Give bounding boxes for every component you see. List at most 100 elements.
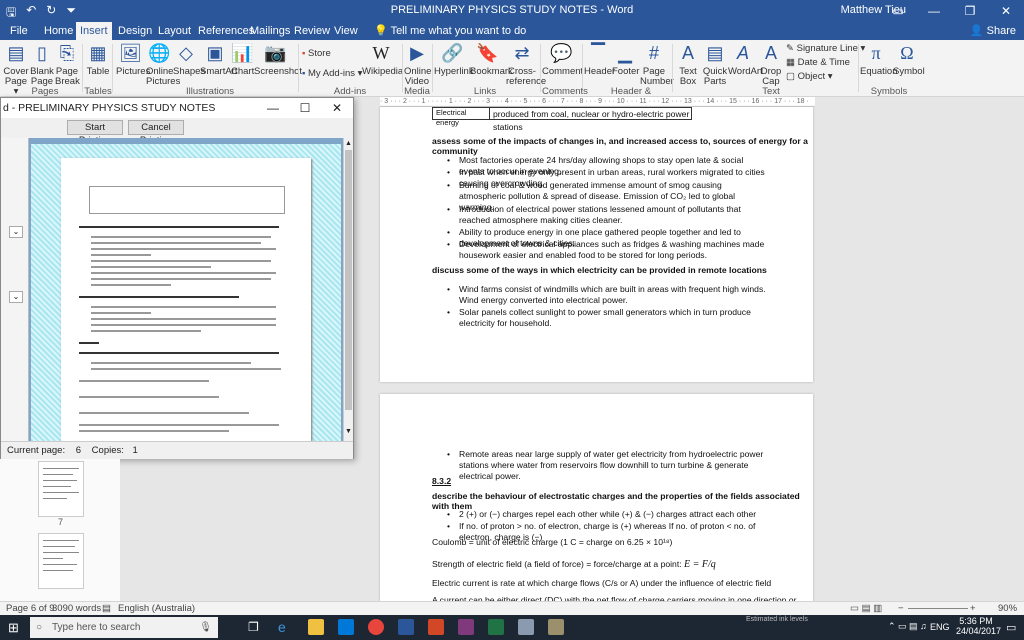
close-icon[interactable]: ✕ bbox=[321, 98, 353, 118]
maximize-icon[interactable]: ☐ bbox=[289, 98, 321, 118]
minimize-icon[interactable]: — bbox=[257, 98, 289, 118]
comment-label: Comment bbox=[542, 66, 584, 77]
pictures-button[interactable]: 🖼 Pictures bbox=[116, 42, 150, 77]
tab-layout[interactable]: Layout bbox=[154, 22, 195, 40]
page-thumbnail[interactable] bbox=[38, 461, 84, 517]
powerpoint-icon[interactable] bbox=[428, 619, 444, 635]
microphone-icon[interactable]: 🎙 bbox=[199, 617, 212, 638]
tray-icons[interactable]: ⌃ ▭ ▤ ♫ bbox=[888, 621, 927, 632]
document-page[interactable]: Electrical energy produced from coal, nu… bbox=[380, 107, 813, 382]
task-view-icon[interactable]: ❐ bbox=[248, 620, 259, 634]
horizontal-ruler[interactable]: · 3 · · · 2 · · · 1 · · · · · 1 · · · 2 … bbox=[380, 97, 815, 107]
word-count[interactable]: 3090 words bbox=[52, 602, 101, 616]
paragraph: Electric current is rate at which charge… bbox=[432, 578, 772, 588]
clock[interactable]: 5:36 PM 24/04/2017 bbox=[956, 616, 1001, 636]
wordart-button[interactable]: A WordArt bbox=[728, 42, 763, 77]
onenote-icon[interactable] bbox=[458, 619, 474, 635]
store-icon[interactable] bbox=[338, 619, 354, 635]
symbol-button[interactable]: Ω Symbol bbox=[893, 42, 925, 77]
word-icon[interactable] bbox=[398, 619, 414, 635]
minimize-icon[interactable]: — bbox=[916, 0, 952, 22]
chart-button[interactable]: 📊 Chart bbox=[231, 42, 254, 77]
drop-cap-button[interactable]: A Drop Cap bbox=[760, 42, 782, 87]
table-button[interactable]: ▦ Table bbox=[86, 42, 110, 77]
document-page[interactable]: Remote areas near large supply of water … bbox=[380, 394, 813, 615]
tab-insert[interactable]: Insert bbox=[76, 22, 112, 40]
chrome-icon[interactable] bbox=[368, 619, 384, 635]
mini-line bbox=[91, 284, 171, 286]
comment-button[interactable]: 💬 Comment bbox=[542, 42, 584, 77]
start-printing-button[interactable]: Start Printing bbox=[67, 120, 123, 146]
thumb-line bbox=[43, 480, 77, 481]
tab-design[interactable]: Design bbox=[114, 22, 156, 40]
excel-icon[interactable] bbox=[488, 619, 504, 635]
page-number-icon: # bbox=[648, 43, 659, 63]
zoom-slider[interactable] bbox=[908, 608, 968, 609]
equation-button[interactable]: π Equation bbox=[860, 42, 898, 77]
object-button[interactable]: ▢ Object ▾ bbox=[786, 71, 833, 82]
blank-page-icon: ▯ bbox=[37, 43, 47, 63]
header-button[interactable]: ▔ Header bbox=[584, 42, 615, 77]
language[interactable]: English (Australia) bbox=[118, 602, 195, 616]
object-icon: ▢ bbox=[786, 71, 795, 82]
windows-start-icon[interactable]: ⊞ bbox=[8, 620, 19, 636]
restore-icon[interactable]: ❐ bbox=[952, 0, 988, 22]
edge-icon[interactable]: e bbox=[278, 619, 294, 635]
quick-parts-button[interactable]: ▤ Quick Parts bbox=[702, 42, 728, 87]
app-icon[interactable] bbox=[518, 619, 534, 635]
page-count[interactable]: Page 6 of 9 bbox=[6, 602, 55, 616]
tab-file[interactable]: File bbox=[6, 22, 32, 40]
preview-title: d - PRELIMINARY PHYSICS STUDY NOTES bbox=[3, 102, 216, 114]
scrollbar-thumb[interactable] bbox=[345, 150, 352, 410]
page-number-button[interactable]: # Page Number bbox=[640, 42, 674, 87]
online-video-button[interactable]: ▶ Online Video bbox=[404, 42, 431, 87]
zoom-in-icon[interactable]: + bbox=[970, 602, 976, 616]
shapes-button[interactable]: ◇ Shapes bbox=[173, 42, 205, 77]
tab-review[interactable]: Review bbox=[290, 22, 334, 40]
separator bbox=[298, 44, 299, 92]
print-preview-window[interactable]: d - PRELIMINARY PHYSICS STUDY NOTES — ☐ … bbox=[0, 97, 354, 459]
text-box-button[interactable]: A Text Box bbox=[676, 42, 700, 87]
screenshot-button[interactable]: 📷 Screenshot bbox=[254, 42, 302, 77]
group-text: Text bbox=[762, 86, 780, 97]
proofing-icon[interactable]: ▤ bbox=[102, 602, 111, 616]
cross-reference-icon: ⇄ bbox=[514, 43, 530, 63]
zoom-out-icon[interactable]: − bbox=[898, 602, 904, 616]
hyperlink-button[interactable]: 🔗 Hyperlink bbox=[434, 42, 474, 77]
date-time-button[interactable]: ▦ Date & Time bbox=[786, 57, 850, 68]
chevron-down-icon[interactable]: ⌄ bbox=[9, 226, 23, 238]
input-language[interactable]: ENG bbox=[930, 622, 950, 632]
tell-me-search[interactable]: 💡 Tell me what you want to do bbox=[370, 22, 530, 40]
zoom-level[interactable]: 90% bbox=[998, 602, 1017, 616]
page-break-button[interactable]: ⎘ Page Break bbox=[55, 42, 80, 87]
view-buttons[interactable]: ▭ ▤ ▥ bbox=[850, 602, 882, 616]
close-icon[interactable]: ✕ bbox=[988, 0, 1024, 22]
store-button[interactable]: ▪ Store bbox=[302, 48, 331, 59]
smartart-button[interactable]: ▣ SmartArt bbox=[200, 42, 237, 77]
current-page-label: Current page: bbox=[7, 445, 66, 456]
tab-home[interactable]: Home bbox=[40, 22, 77, 40]
tab-mailings[interactable]: Mailings bbox=[246, 22, 294, 40]
app-icon[interactable] bbox=[548, 619, 564, 635]
ribbon-display-icon[interactable]: ▭ bbox=[880, 0, 916, 22]
cross-reference-button[interactable]: ⇄ Cross-reference bbox=[506, 42, 546, 87]
tab-view[interactable]: View bbox=[330, 22, 362, 40]
online-pictures-button[interactable]: 🌐 Online Pictures bbox=[146, 42, 180, 87]
bookmark-button[interactable]: 🔖 Bookmark bbox=[470, 42, 513, 77]
footer-button[interactable]: ▁ Footer bbox=[612, 42, 639, 77]
cover-page-button[interactable]: ▤ Cover Page ▾ bbox=[3, 42, 29, 97]
signature-line-button[interactable]: ✎ Signature Line ▾ bbox=[786, 43, 865, 54]
cancel-printing-button[interactable]: Cancel Printing bbox=[128, 120, 184, 146]
scroll-down-icon[interactable]: ▼ bbox=[345, 428, 352, 435]
my-addins-button[interactable]: ▪ My Add-ins ▾ bbox=[302, 68, 362, 79]
file-explorer-icon[interactable] bbox=[308, 619, 324, 635]
preview-scrollbar[interactable]: ▲ ▼ bbox=[343, 138, 353, 441]
chevron-down-icon[interactable]: ⌄ bbox=[9, 291, 23, 303]
page-thumbnail[interactable] bbox=[38, 533, 84, 589]
wikipedia-button[interactable]: W Wikipedia bbox=[362, 42, 403, 77]
notifications-icon[interactable]: ▭ bbox=[1006, 621, 1016, 634]
share-button[interactable]: 👤 Share bbox=[970, 24, 1016, 37]
scroll-up-icon[interactable]: ▲ bbox=[345, 140, 352, 147]
blank-page-button[interactable]: ▯ Blank Page bbox=[30, 42, 54, 87]
search-box[interactable]: ○ Type here to search 🎙 bbox=[30, 617, 218, 638]
